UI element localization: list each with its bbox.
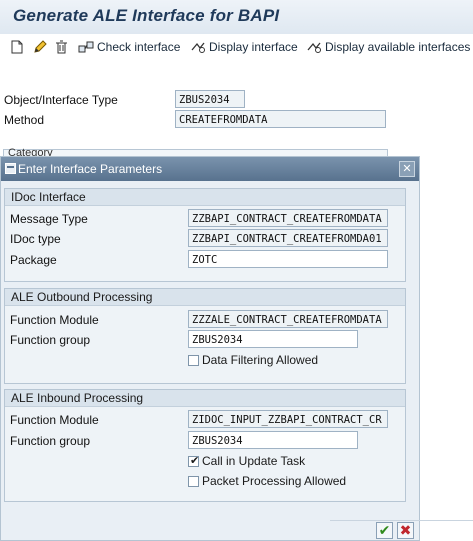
inbound-heading-text: ALE Inbound Processing [11, 391, 144, 405]
outbound-group-heading: ALE Outbound Processing [5, 289, 405, 306]
check-interface-icon [78, 41, 94, 53]
object-type-label: Object/Interface Type [4, 93, 118, 107]
display-interface-button[interactable]: Display interface [190, 38, 298, 56]
idoc-interface-group: IDoc Interface Message Type ZZBAPI_CONTR… [4, 188, 406, 282]
method-label: Method [4, 113, 45, 127]
change-button[interactable] [33, 38, 50, 56]
dialog-window-icon [5, 163, 16, 174]
ale-outbound-group: ALE Outbound Processing Function Module … [4, 288, 406, 384]
close-icon[interactable]: ✕ [399, 161, 415, 177]
delete-button[interactable] [55, 38, 71, 56]
cancel-x-icon: ✖ [399, 522, 412, 538]
inbound-function-group-label: Function group [10, 434, 91, 448]
window-title: Generate ALE Interface for BAPI [13, 6, 280, 25]
data-filtering-box[interactable] [188, 354, 199, 366]
display-available-icon [307, 42, 321, 53]
call-in-update-task-label: Call in Update Task [202, 454, 306, 468]
package-label: Package [10, 253, 57, 267]
packet-processing-checkbox[interactable]: Packet Processing Allowed [188, 474, 346, 488]
enter-interface-parameters-dialog: Enter Interface Parameters ✕ IDoc Interf… [0, 156, 420, 541]
packet-processing-box[interactable] [188, 475, 199, 487]
check-interface-label: Check interface [97, 40, 181, 54]
display-available-label: Display available interfaces [325, 40, 471, 54]
outbound-function-group-label: Function group [10, 333, 91, 347]
call-in-update-task-checkbox[interactable]: ✔ Call in Update Task [188, 454, 305, 468]
application-toolbar: Check interface Display interface Displa… [0, 34, 473, 60]
footer-divider [330, 520, 473, 521]
trash-icon [56, 40, 67, 54]
data-filtering-label: Data Filtering Allowed [202, 353, 319, 367]
packet-processing-label: Packet Processing Allowed [202, 474, 347, 488]
inbound-group-heading: ALE Inbound Processing [5, 390, 405, 407]
method-field[interactable]: CREATEFROMDATA [175, 110, 386, 128]
check-interface-button[interactable]: Check interface [78, 38, 180, 56]
checkmark-icon: ✔ [378, 522, 391, 538]
idoc-type-label: IDoc type [10, 232, 61, 246]
call-in-update-task-box[interactable]: ✔ [188, 454, 200, 467]
title-bar: Generate ALE Interface for BAPI [0, 0, 473, 35]
idoc-group-heading: IDoc Interface [5, 189, 405, 206]
dialog-title: Enter Interface Parameters [18, 162, 163, 176]
message-type-label: Message Type [10, 212, 88, 226]
inbound-function-module-label: Function Module [10, 413, 99, 427]
outbound-function-module-field[interactable]: ZZZALE_CONTRACT_CREATEFROMDATA [188, 310, 388, 328]
create-button[interactable] [11, 38, 26, 56]
idoc-heading-text: IDoc Interface [11, 190, 86, 204]
cancel-button[interactable]: ✖ [397, 522, 414, 539]
ale-inbound-group: ALE Inbound Processing Function Module Z… [4, 389, 406, 502]
display-interface-icon [191, 42, 205, 53]
idoc-type-field[interactable]: ZZBAPI_CONTRACT_CREATEFROMDA01 [188, 229, 388, 247]
inbound-function-module-field[interactable]: ZIDOC_INPUT_ZZBAPI_CONTRACT_CR [188, 410, 388, 428]
package-field[interactable]: ZOTC [188, 250, 388, 268]
object-type-field[interactable]: ZBUS2034 [175, 90, 245, 108]
outbound-heading-text: ALE Outbound Processing [11, 290, 153, 304]
display-interface-label: Display interface [209, 40, 298, 54]
checkmark-icon: ✔ [190, 454, 200, 467]
new-document-icon [11, 40, 23, 54]
outbound-function-module-label: Function Module [10, 313, 99, 327]
confirm-button[interactable]: ✔ [376, 522, 393, 539]
inbound-function-group-field[interactable]: ZBUS2034 [188, 431, 358, 449]
pencil-icon [34, 40, 47, 53]
message-type-field[interactable]: ZZBAPI_CONTRACT_CREATEFROMDATA [188, 209, 388, 227]
dialog-header: Enter Interface Parameters ✕ [1, 157, 419, 181]
data-filtering-checkbox[interactable]: Data Filtering Allowed [188, 353, 318, 367]
outbound-function-group-field[interactable]: ZBUS2034 [188, 330, 358, 348]
display-available-interfaces-button[interactable]: Display available interfaces [306, 38, 470, 56]
